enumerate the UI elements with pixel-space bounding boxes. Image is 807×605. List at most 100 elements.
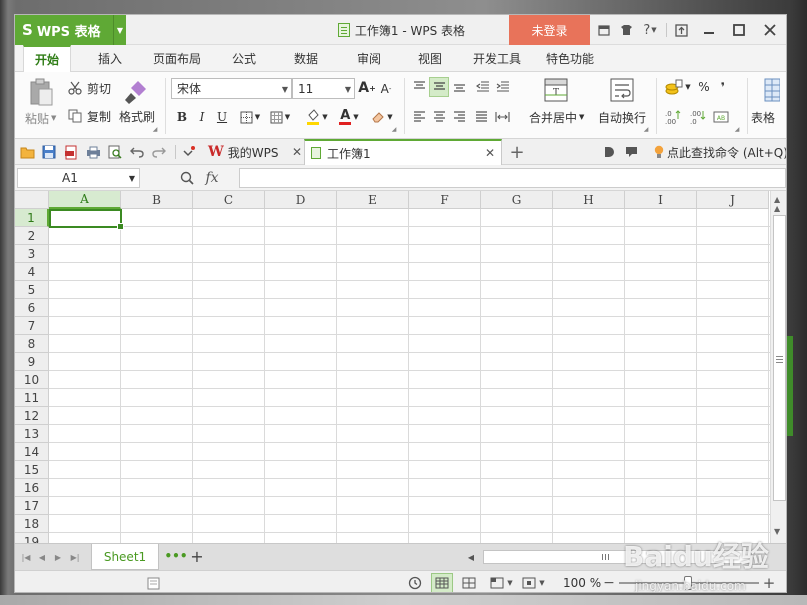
column-header-a[interactable]: A: [49, 191, 121, 209]
formula-input[interactable]: [239, 168, 786, 188]
column-header-f[interactable]: F: [409, 191, 481, 209]
normal-view-icon[interactable]: [431, 573, 453, 592]
close-button[interactable]: [758, 15, 782, 45]
decrease-decimal-button[interactable]: .00.0: [688, 108, 708, 126]
table-style-button[interactable]: 表格: [751, 109, 775, 125]
align-bottom-icon[interactable]: [451, 79, 467, 95]
alignment-launcher-icon[interactable]: ◢: [642, 125, 650, 133]
chat-icon[interactable]: [623, 144, 639, 160]
column-header-c[interactable]: C: [193, 191, 265, 209]
fill-color-button[interactable]: ▼: [303, 108, 331, 126]
vertical-scroll-thumb[interactable]: [773, 215, 786, 501]
clipboard-launcher-icon[interactable]: ◢: [151, 125, 159, 133]
tab-insert[interactable]: 插入: [98, 45, 122, 72]
freeze-panes-icon[interactable]: [489, 575, 505, 591]
percent-button[interactable]: %: [697, 79, 711, 95]
tab-view[interactable]: 视图: [418, 45, 442, 72]
decrease-indent-icon[interactable]: [475, 79, 491, 95]
more-sheets-icon[interactable]: •••: [165, 549, 188, 563]
increase-decimal-button[interactable]: .0.00: [663, 108, 683, 126]
clear-format-button[interactable]: ▼: [369, 108, 395, 126]
close-icon[interactable]: ✕: [485, 146, 495, 160]
next-sheet-icon[interactable]: ▶: [53, 550, 63, 564]
restore-view-icon[interactable]: [671, 15, 691, 45]
bold-button[interactable]: B: [175, 109, 189, 125]
add-sheet-icon[interactable]: +: [189, 547, 205, 566]
tab-home[interactable]: 开始: [23, 45, 71, 73]
page-break-view-icon[interactable]: [461, 575, 477, 591]
skin-icon[interactable]: [595, 15, 613, 45]
distributed-align-icon[interactable]: [493, 109, 511, 125]
row-header-18[interactable]: 18: [15, 515, 49, 533]
row-header-14[interactable]: 14: [15, 443, 49, 461]
cell-format-button[interactable]: ▼: [267, 109, 293, 125]
tab-workbook1[interactable]: 工作簿1 ✕: [304, 139, 502, 165]
tab-review[interactable]: 审阅: [357, 45, 381, 72]
table-style-icon[interactable]: [763, 77, 781, 103]
increase-font-icon[interactable]: A +: [358, 79, 376, 97]
open-folder-icon[interactable]: [19, 144, 35, 160]
align-left-icon[interactable]: [411, 109, 427, 125]
tab-formulas[interactable]: 公式: [232, 45, 256, 72]
number-launcher-icon[interactable]: ◢: [733, 125, 741, 133]
save-icon[interactable]: [41, 144, 57, 160]
merge-center-button[interactable]: 合并居中 ▼: [529, 109, 584, 125]
cut-button[interactable]: 剪切: [87, 80, 111, 96]
selected-cell-a1[interactable]: [49, 209, 124, 230]
column-header-h[interactable]: H: [553, 191, 625, 209]
record-macro-icon[interactable]: [145, 575, 161, 591]
last-sheet-icon[interactable]: ▶|: [69, 550, 81, 564]
font-size-select[interactable]: 11 ▼: [292, 78, 355, 99]
insert-function-button[interactable]: fx: [201, 169, 223, 187]
column-header-i[interactable]: I: [625, 191, 697, 209]
row-header-10[interactable]: 10: [15, 371, 49, 389]
font-launcher-icon[interactable]: ◢: [390, 125, 398, 133]
comma-style-button[interactable]: ❜: [717, 79, 729, 95]
borders-button[interactable]: ▼: [237, 109, 263, 125]
row-header-17[interactable]: 17: [15, 497, 49, 515]
format-painter-icon[interactable]: [123, 78, 151, 106]
currency-format-button[interactable]: ▼: [663, 78, 693, 96]
sheet-tab-sheet1[interactable]: Sheet1: [91, 544, 159, 570]
row-header-12[interactable]: 12: [15, 407, 49, 425]
scroll-up-icon[interactable]: ▲: [774, 204, 780, 213]
scroll-left-icon[interactable]: ◀: [465, 550, 477, 564]
print-preview-icon[interactable]: [107, 144, 123, 160]
wrap-text-button[interactable]: 自动换行: [598, 109, 646, 125]
merge-center-icon[interactable]: T: [543, 77, 569, 103]
login-button[interactable]: 未登录: [509, 15, 590, 45]
paste-button[interactable]: 粘贴 ▼: [25, 110, 56, 126]
underline-button[interactable]: U: [215, 109, 229, 125]
row-header-13[interactable]: 13: [15, 425, 49, 443]
column-header-d[interactable]: D: [265, 191, 337, 209]
format-painter-button[interactable]: 格式刷: [119, 108, 155, 124]
export-pdf-icon[interactable]: [63, 144, 79, 160]
minimize-button[interactable]: [698, 15, 720, 45]
paste-icon[interactable]: [27, 78, 55, 106]
row-header-1[interactable]: 1: [15, 209, 49, 227]
row-header-3[interactable]: 3: [15, 245, 49, 263]
zoom-level[interactable]: 100 %: [563, 575, 601, 591]
wrap-text-icon[interactable]: [609, 77, 635, 103]
font-name-select[interactable]: 宋体 ▼: [171, 78, 292, 99]
row-header-15[interactable]: 15: [15, 461, 49, 479]
row-header-16[interactable]: 16: [15, 479, 49, 497]
decrease-font-icon[interactable]: A-: [379, 81, 393, 97]
chevron-down-icon[interactable]: ▼: [505, 575, 515, 591]
row-header-19[interactable]: 19: [15, 533, 49, 543]
column-header-e[interactable]: E: [337, 191, 409, 209]
row-header-4[interactable]: 4: [15, 263, 49, 281]
scroll-top-icon[interactable]: ▲: [774, 195, 780, 204]
print-icon[interactable]: [85, 144, 101, 160]
vertical-scrollbar[interactable]: ▲ ▲ ▼: [770, 191, 786, 543]
app-menu-dropdown-icon[interactable]: ▼: [113, 15, 126, 45]
tab-special-features[interactable]: 特色功能: [546, 45, 594, 72]
tab-page-layout[interactable]: 页面布局: [153, 45, 201, 72]
align-middle-icon[interactable]: [429, 77, 449, 97]
first-sheet-icon[interactable]: |◀: [21, 550, 31, 564]
tab-data[interactable]: 数据: [294, 45, 318, 72]
new-tab-icon[interactable]: +: [509, 142, 525, 163]
redo-icon[interactable]: [151, 144, 167, 160]
eye-protection-icon[interactable]: [521, 575, 537, 591]
cell-area[interactable]: [49, 209, 770, 543]
